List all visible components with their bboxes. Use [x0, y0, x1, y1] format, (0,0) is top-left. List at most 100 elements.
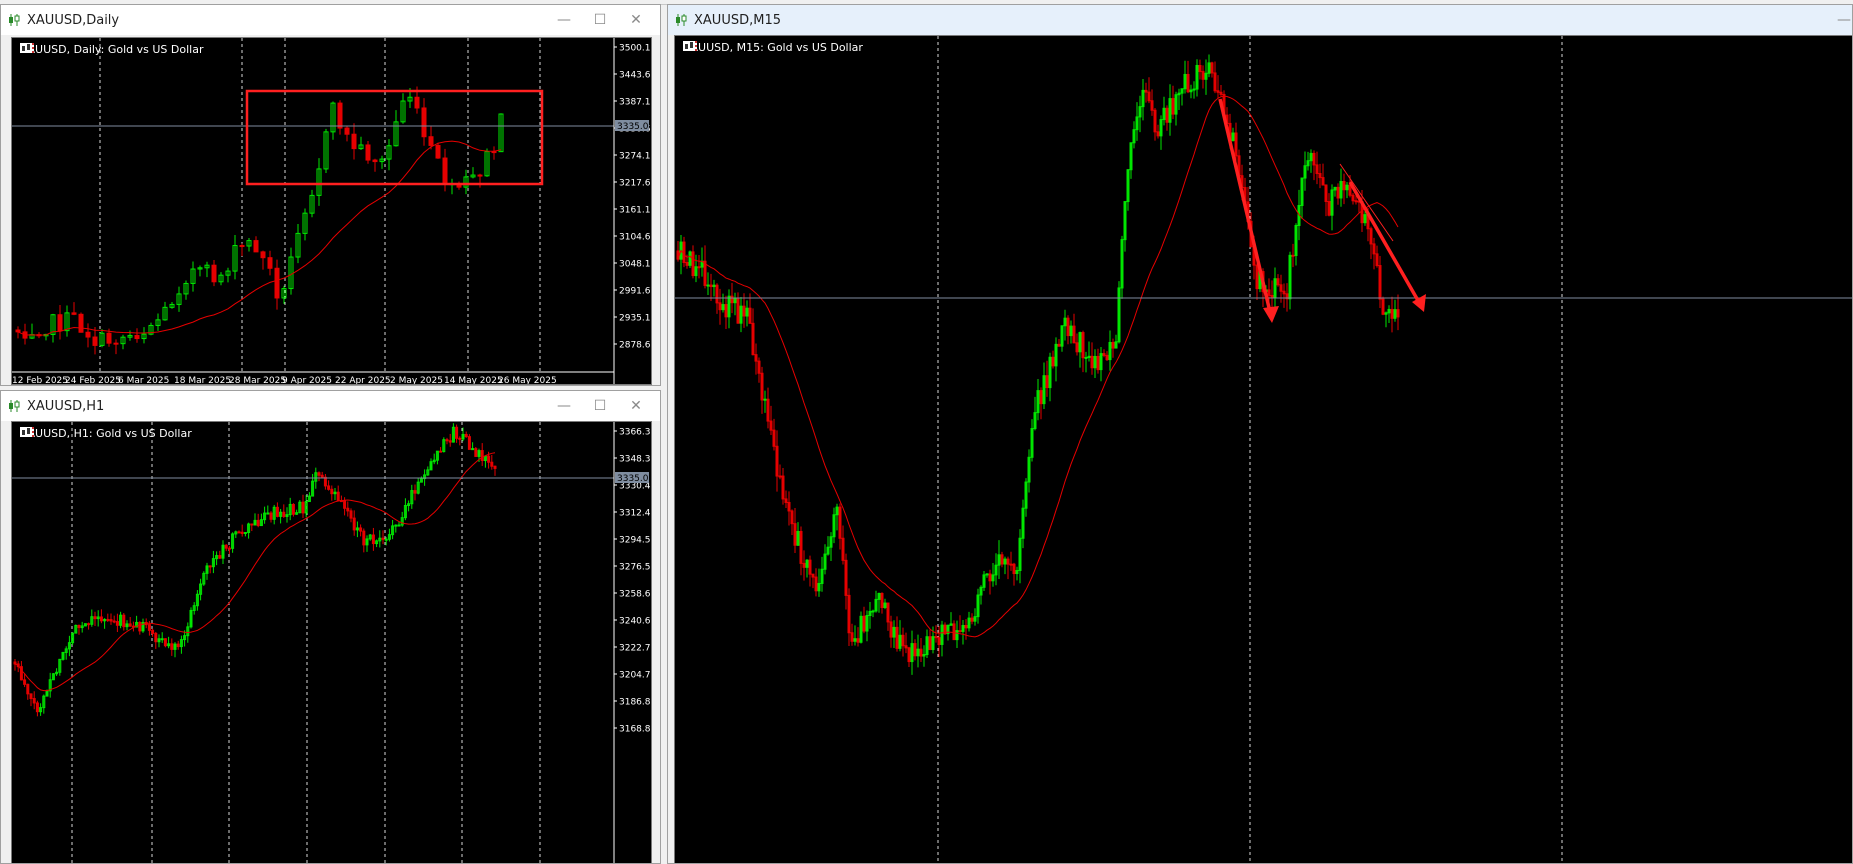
candle-bear	[1396, 309, 1400, 318]
trendline-annotation	[1339, 163, 1394, 242]
candle-bear	[336, 491, 340, 502]
arrow-head-1	[1263, 306, 1279, 323]
chart-type-icon	[683, 41, 695, 51]
candle-bear	[748, 307, 752, 324]
candle-bear	[838, 506, 842, 539]
candle-bear	[1219, 91, 1223, 95]
time-tick-label: 9 Apr 2025	[282, 376, 332, 385]
candle-bear	[964, 624, 968, 629]
chart-canvas-daily: 3500.103443.603387.103330.603274.103217.…	[12, 38, 652, 385]
price-tick-label: 3443.60	[619, 71, 652, 81]
candle-bear	[154, 632, 158, 643]
candle-bear	[1006, 558, 1010, 565]
chart-area-daily[interactable]: XAUUSD, Daily: Gold vs US Dollar 3500.10…	[11, 37, 652, 385]
minimize-button[interactable]: —	[546, 391, 582, 421]
candle-bear	[886, 602, 890, 623]
price-tick-label: 3500.10	[619, 44, 652, 54]
candle-bull	[871, 610, 875, 613]
window-m15[interactable]: XAUUSD,M15 — XAUUSD, M15: Gold vs US Dol…	[667, 4, 1853, 864]
candle-bear	[435, 144, 441, 159]
candle-bear	[1102, 353, 1106, 356]
candle-bear	[1057, 343, 1061, 347]
chart-type-icon	[20, 43, 32, 53]
candle-bear	[1090, 355, 1094, 369]
price-tick-label: 3387.10	[619, 98, 652, 108]
candle-bear	[15, 329, 21, 333]
candle-bear	[93, 616, 97, 620]
price-tick-label: 3048.10	[619, 260, 652, 270]
candle-bull	[384, 538, 388, 541]
candle-bear	[1000, 554, 1004, 565]
maximize-button[interactable]: ☐	[582, 5, 618, 35]
titlebar-daily[interactable]: XAUUSD,Daily — ☐ ✕	[1, 5, 660, 35]
maximize-button[interactable]: ☐	[582, 391, 618, 421]
candle-bear	[26, 683, 30, 695]
titlebar-m15[interactable]: XAUUSD,M15 —	[668, 5, 1852, 35]
candle-bear	[32, 698, 36, 704]
candle-bear	[320, 474, 324, 478]
candle-bull	[266, 512, 270, 515]
candle-bear	[1315, 164, 1319, 175]
window-title: XAUUSD,M15	[694, 12, 781, 28]
candle-bear	[1351, 194, 1355, 202]
candle-bear	[352, 517, 356, 531]
window-h1[interactable]: XAUUSD,H1 — ☐ ✕ XAUUSD, H1: Gold vs US D…	[0, 390, 661, 864]
chart-canvas-m15	[675, 36, 1852, 863]
candle-bear	[850, 632, 854, 642]
candle-bear	[464, 433, 468, 438]
close-button[interactable]: ✕	[618, 391, 654, 421]
candle-bear	[250, 523, 254, 526]
candle-bear	[134, 334, 140, 340]
candle-bear	[487, 455, 491, 463]
candle-bear	[23, 679, 27, 685]
price-tick-label: 2878.60	[619, 341, 652, 351]
candle-bear	[958, 630, 962, 633]
candle-bear	[1009, 563, 1013, 566]
candle-bear	[227, 547, 231, 550]
candle-bear	[439, 450, 443, 453]
candle-bear	[775, 445, 779, 477]
candle-bear	[1051, 356, 1055, 367]
candle-bear	[799, 530, 803, 564]
candle-bear	[781, 475, 785, 500]
candle-bear	[85, 331, 91, 338]
chart-area-m15[interactable]: XAUUSD, M15: Gold vs US Dollar	[674, 35, 1852, 863]
candle-bear	[275, 506, 279, 517]
candle-bear	[381, 537, 385, 540]
down-arrow-2	[1348, 181, 1422, 305]
minimize-button[interactable]: —	[1826, 5, 1852, 35]
candle-bear	[301, 501, 305, 514]
price-tick-label: 3217.60	[619, 179, 652, 189]
candle-bear	[421, 107, 427, 138]
candle-bear	[413, 490, 417, 494]
candle-bear	[814, 576, 818, 592]
candle-bear	[71, 312, 77, 315]
price-tick-label: 3258.60	[619, 590, 652, 600]
candle-bear	[1153, 109, 1157, 133]
candle-bear	[1105, 354, 1109, 361]
minimize-button[interactable]: —	[546, 5, 582, 35]
window-daily[interactable]: XAUUSD,Daily — ☐ ✕ XAUUSD, Daily: Gold v…	[0, 4, 661, 386]
candle-bear	[480, 450, 484, 462]
candle-bear	[1201, 71, 1205, 80]
candle-bear	[856, 638, 860, 643]
candle-bear	[224, 544, 228, 549]
chart-label: XAUUSD, M15: Gold vs US Dollar	[683, 41, 863, 54]
candle-bear	[970, 617, 974, 622]
candle-bear	[1312, 152, 1316, 166]
candle-bear	[724, 304, 728, 318]
candle-bear	[291, 503, 295, 515]
titlebar-h1[interactable]: XAUUSD,H1 — ☐ ✕	[1, 391, 660, 421]
candle-bear	[208, 565, 212, 568]
close-button[interactable]: ✕	[618, 5, 654, 35]
candle-bear	[808, 559, 812, 575]
candle-bear	[1165, 107, 1169, 123]
candle-bear	[841, 537, 845, 561]
candle-bear	[913, 643, 917, 657]
chart-area-h1[interactable]: XAUUSD, H1: Gold vs US Dollar 3366.30 334…	[11, 421, 652, 863]
candle-bear	[493, 465, 497, 469]
candle-bear	[1150, 100, 1154, 111]
candle-bear	[211, 264, 217, 283]
candle-bear	[1012, 563, 1016, 575]
candle-bear	[1372, 243, 1376, 255]
